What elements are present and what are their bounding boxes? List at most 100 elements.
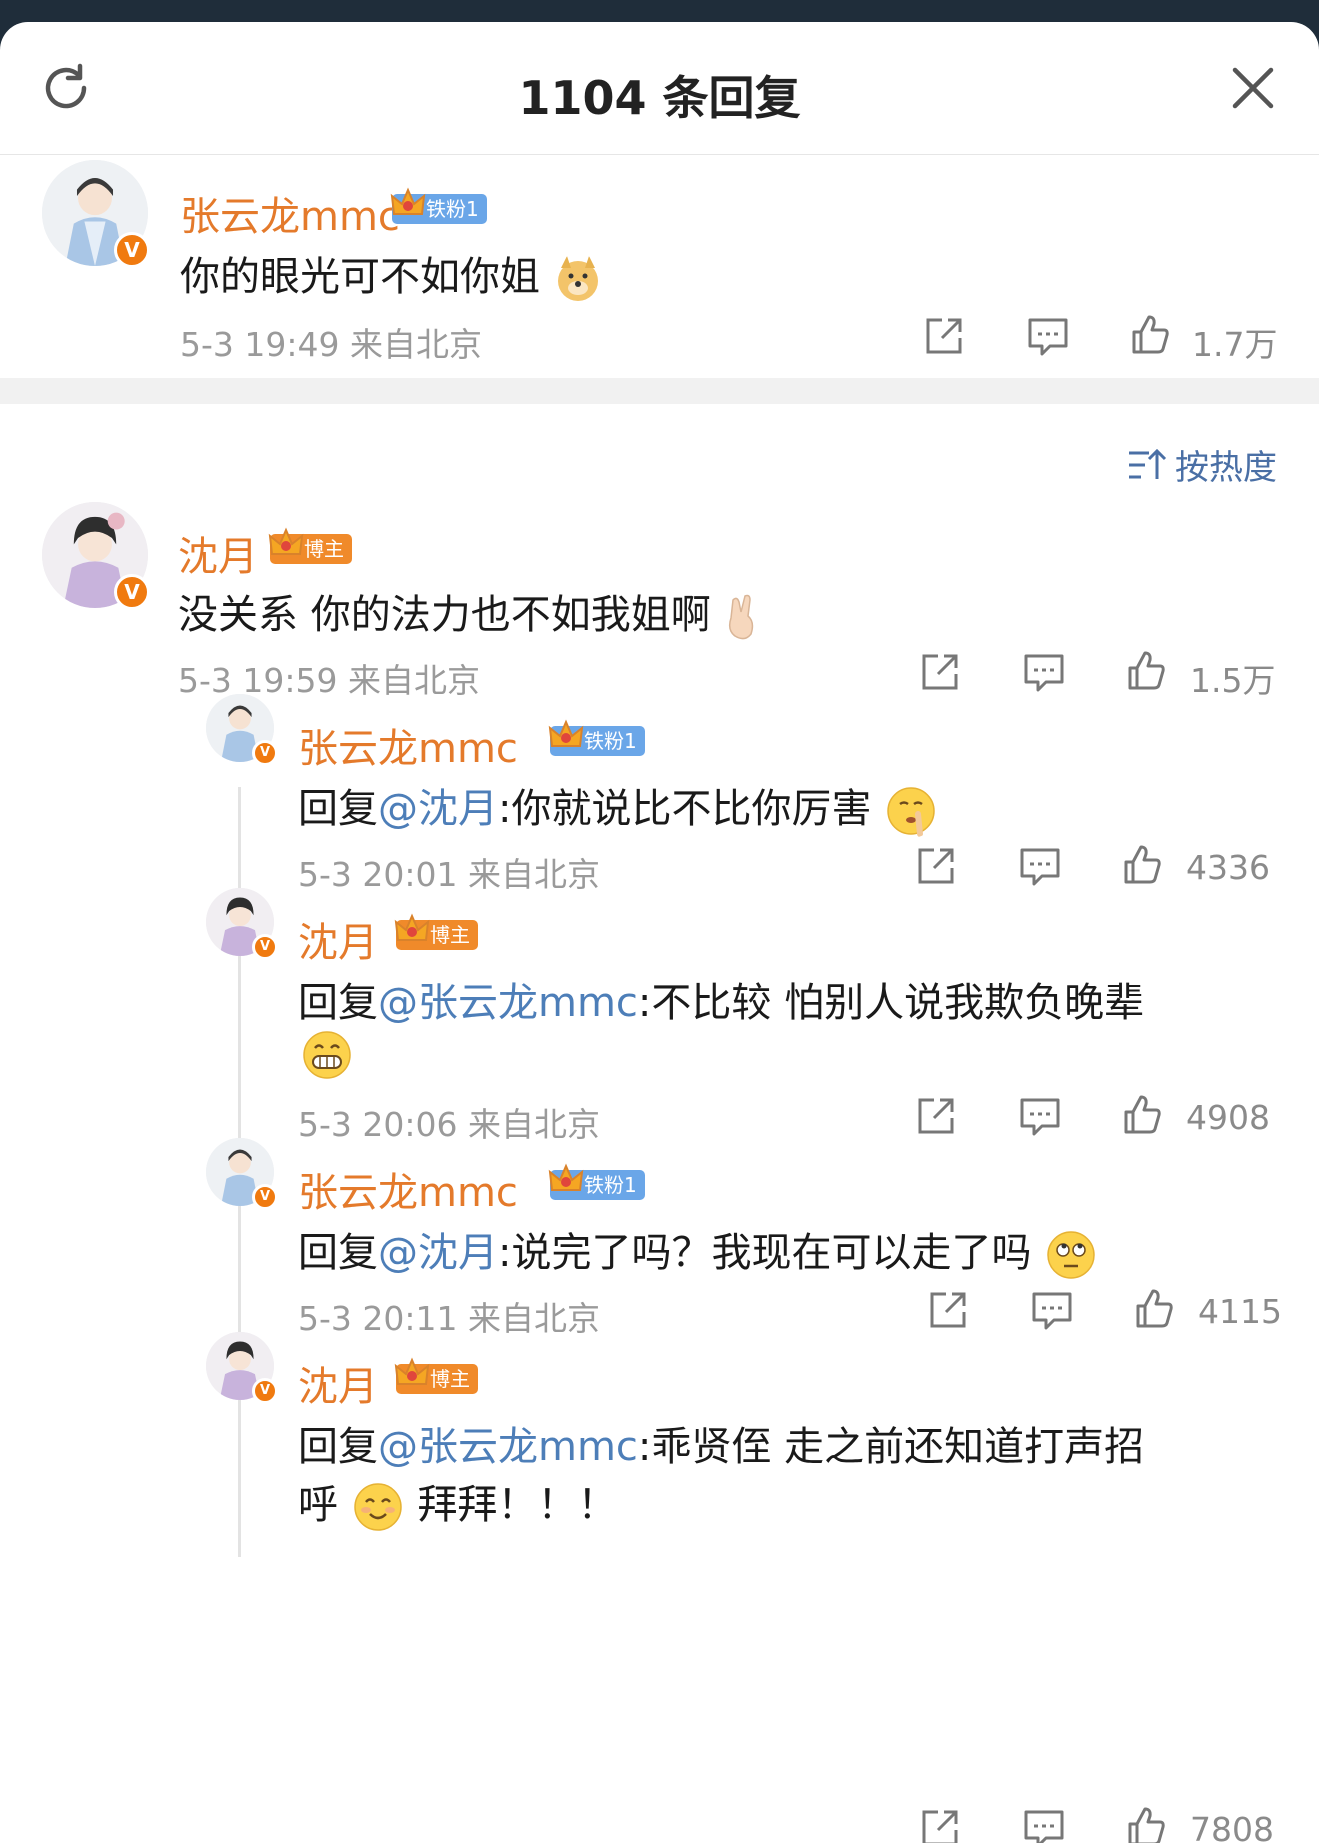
mention-link[interactable]: @沈月	[378, 1230, 498, 1276]
like-count: 1.7万	[1192, 325, 1278, 364]
host-badge: 博主	[268, 527, 352, 564]
comment-meta: 5-3 20:06 来自北京	[298, 1105, 600, 1144]
comment-meta: 5-3 20:01 来自北京	[298, 855, 600, 894]
comment-meta: 5-3 19:49 来自北京	[180, 325, 482, 364]
share-icon[interactable]	[926, 1288, 970, 1332]
like-icon[interactable]	[1132, 1286, 1176, 1330]
page-title: 1104 条回复	[518, 71, 801, 125]
share-icon[interactable]	[914, 1094, 958, 1138]
like-icon[interactable]	[1124, 648, 1168, 692]
avatar[interactable]: V	[42, 502, 150, 610]
mention-link[interactable]: @张云龙mmc	[378, 980, 638, 1026]
header-bar: 1104 条回复	[0, 22, 1319, 155]
avatar[interactable]: V	[42, 160, 150, 268]
eye-roll-emoji-icon	[1047, 1231, 1095, 1279]
share-icon[interactable]	[918, 650, 962, 694]
fingers-crossed-emoji-icon	[729, 594, 754, 640]
comment-text: 回复@沈月:说完了吗？我现在可以走了吗	[298, 1220, 1098, 1282]
like-count: 7808	[1190, 1810, 1274, 1843]
close-icon[interactable]	[1225, 60, 1281, 116]
reply-prefix: 回复	[298, 1424, 378, 1470]
like-count: 1.5万	[1190, 661, 1276, 700]
like-count: 4336	[1186, 848, 1270, 887]
username[interactable]: 张云龙mmc	[298, 716, 518, 774]
badge-label: 博主	[430, 923, 470, 947]
share-icon[interactable]	[922, 314, 966, 358]
comment-meta: 5-3 20:11 来自北京	[298, 1299, 600, 1338]
reply-prefix: 回复	[298, 980, 378, 1026]
host-badge: 博主	[394, 913, 478, 950]
comment-body: 没关系 你的法力也不如我姐啊	[178, 592, 711, 638]
like-icon[interactable]	[1120, 842, 1164, 886]
avatar[interactable]: V	[206, 694, 278, 766]
comment-body: :你就说比不比你厉害	[498, 786, 872, 832]
verified-icon: V	[252, 934, 278, 960]
comment-body-tail: 拜拜！！！	[417, 1482, 618, 1528]
comment-icon[interactable]	[1030, 1288, 1074, 1332]
comment-icon[interactable]	[1022, 650, 1066, 694]
like-count: 4115	[1198, 1292, 1282, 1331]
like-count: 4908	[1186, 1098, 1270, 1137]
share-icon[interactable]	[914, 844, 958, 888]
badge-label: 铁粉1	[426, 197, 479, 221]
verified-icon: V	[252, 740, 278, 766]
section-divider	[0, 378, 1319, 404]
fan-badge: 铁粉1	[548, 1163, 645, 1200]
comment-text-line2: 呼 拜拜！！！	[298, 1472, 617, 1534]
crown-icon	[394, 1357, 430, 1385]
username[interactable]: 沈月	[178, 524, 258, 582]
username[interactable]: 沈月	[298, 1354, 378, 1412]
avatar[interactable]: V	[206, 1332, 278, 1404]
verified-icon: V	[114, 574, 150, 610]
verified-icon: V	[114, 232, 150, 268]
crown-icon	[390, 187, 426, 215]
comment-body: 你的眼光可不如你姐	[180, 254, 540, 300]
comment-text: 你的眼光可不如你姐	[180, 244, 603, 304]
crown-icon	[548, 719, 584, 747]
comment-text: 没关系 你的法力也不如我姐啊	[178, 582, 763, 642]
avatar[interactable]: V	[206, 888, 278, 960]
mention-link[interactable]: @张云龙mmc	[378, 1424, 638, 1470]
shush-emoji-icon	[887, 787, 935, 837]
badge-label: 博主	[430, 1367, 470, 1391]
comment-icon[interactable]	[1018, 844, 1062, 888]
share-icon[interactable]	[918, 1806, 962, 1843]
comment-body: :不比较 怕别人说我欺负晚辈	[637, 980, 1145, 1026]
sort-toggle[interactable]: 按热度	[1127, 440, 1277, 489]
verified-icon: V	[252, 1378, 278, 1404]
doge-emoji-icon	[557, 256, 598, 301]
username[interactable]: 张云龙mmc	[180, 184, 400, 242]
sort-icon	[1129, 448, 1167, 479]
username[interactable]: 沈月	[298, 910, 378, 968]
like-icon[interactable]	[1120, 1092, 1164, 1136]
verified-icon: V	[252, 1184, 278, 1210]
comment-icon[interactable]	[1022, 1806, 1066, 1843]
comment-meta: 5-3 19:59 来自北京	[178, 661, 480, 700]
smile-emoji-icon	[353, 1483, 402, 1531]
badge-label: 铁粉1	[584, 729, 637, 753]
mention-link[interactable]: @沈月	[378, 786, 498, 832]
like-icon[interactable]	[1124, 1804, 1168, 1843]
badge-label: 铁粉1	[584, 1173, 637, 1197]
reply-sheet: 1104 条回复 V 张云龙mmc 铁粉1 你的眼光可不如你姐 5-3 19:4…	[0, 22, 1319, 1843]
fan-badge: 铁粉1	[548, 719, 645, 756]
avatar[interactable]: V	[206, 1138, 278, 1210]
comment-body: :乖贤侄 走之前还知道打声招	[637, 1424, 1145, 1470]
reply-prefix: 回复	[298, 1230, 378, 1276]
comment-text: 回复@张云龙mmc:乖贤侄 走之前还知道打声招	[298, 1414, 1144, 1472]
comment-text: 回复@沈月:你就说比不比你厉害	[298, 776, 938, 838]
reply-prefix: 回复	[298, 786, 378, 832]
crown-icon	[548, 1163, 584, 1191]
like-icon[interactable]	[1128, 312, 1172, 356]
comment-icon[interactable]	[1026, 314, 1070, 358]
comment-body: :说完了吗？我现在可以走了吗	[498, 1230, 1032, 1276]
comment-body: 呼	[298, 1482, 338, 1528]
crown-icon	[268, 527, 304, 555]
fan-badge: 铁粉1	[390, 187, 487, 224]
username[interactable]: 张云龙mmc	[298, 1160, 518, 1218]
badge-label: 博主	[304, 537, 344, 561]
sort-label: 按热度	[1175, 448, 1277, 488]
comment-text: 回复@张云龙mmc:不比较 怕别人说我欺负晚辈	[298, 970, 1144, 1028]
crown-icon	[394, 913, 430, 941]
comment-icon[interactable]	[1018, 1094, 1062, 1138]
